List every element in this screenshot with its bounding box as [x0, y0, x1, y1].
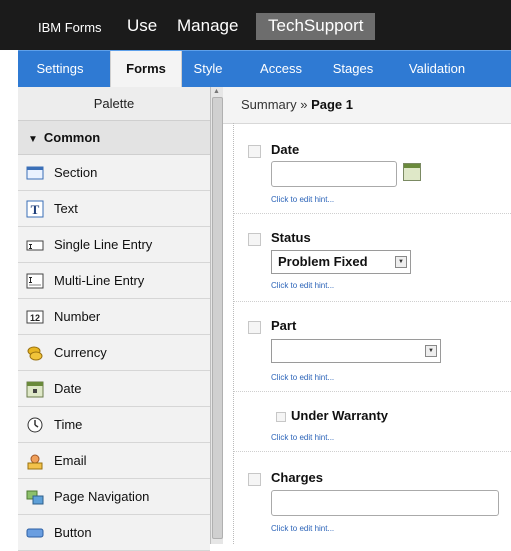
- nav-techsupport[interactable]: TechSupport: [256, 13, 376, 40]
- tab-bar: Settings Forms Style Access Stages Valid…: [18, 50, 511, 87]
- palette-title: Palette: [18, 87, 210, 121]
- field-date[interactable]: Date Click to edit hint...: [234, 123, 511, 214]
- palette-item-time[interactable]: Time: [18, 407, 210, 443]
- breadcrumb: Summary » Page 1: [223, 87, 511, 124]
- multi-line-entry-icon: [26, 272, 44, 290]
- field-hint[interactable]: Click to edit hint...: [271, 373, 334, 382]
- palette-item-label: Currency: [54, 345, 107, 360]
- field-part[interactable]: Part ▼ Click to edit hint...: [234, 301, 511, 392]
- form-canvas: Date Click to edit hint... Status Proble…: [233, 123, 511, 544]
- tab-access[interactable]: Access: [246, 51, 316, 87]
- tab-forms[interactable]: Forms: [110, 51, 182, 87]
- svg-text:T: T: [31, 202, 40, 217]
- section-icon: [26, 164, 44, 182]
- status-select-value: Problem Fixed: [278, 254, 368, 269]
- chevron-down-icon[interactable]: ▼: [425, 345, 437, 357]
- top-bar: IBM Forms Use Manage TechSupport: [0, 0, 511, 50]
- palette-group-common[interactable]: ▼ Common: [18, 121, 210, 155]
- form-editor: Summary » Page 1 Date Click to edit hint…: [223, 87, 511, 544]
- palette-item-number[interactable]: 12 Number: [18, 299, 210, 335]
- palette-item-date[interactable]: Date: [18, 371, 210, 407]
- brand-label: IBM Forms: [38, 20, 102, 35]
- field-select-checkbox[interactable]: [248, 233, 261, 246]
- scroll-up-arrow-icon[interactable]: ▲: [213, 88, 220, 95]
- palette-scrollbar[interactable]: ▲: [210, 87, 224, 544]
- single-line-entry-icon: [26, 236, 44, 254]
- field-charges[interactable]: Charges Click to edit hint...: [234, 451, 511, 551]
- field-select-checkbox[interactable]: [248, 473, 261, 486]
- palette-item-label: Section: [54, 165, 98, 180]
- charges-input[interactable]: [271, 490, 499, 516]
- part-select[interactable]: ▼: [271, 339, 441, 363]
- field-select-checkbox[interactable]: [248, 321, 261, 334]
- tab-stages[interactable]: Stages: [318, 51, 388, 87]
- scrollbar-thumb[interactable]: [212, 97, 223, 539]
- date-icon: [26, 380, 44, 398]
- breadcrumb-current: Page 1: [311, 97, 353, 112]
- button-icon: [26, 524, 44, 542]
- field-label[interactable]: Date: [271, 142, 299, 157]
- palette-item-label: Date: [54, 381, 82, 396]
- currency-icon: [26, 344, 44, 362]
- svg-text:12: 12: [30, 313, 40, 323]
- palette-item-label: Multi-Line Entry: [54, 273, 145, 288]
- field-label[interactable]: Charges: [271, 470, 323, 485]
- palette-panel: Palette ▼ Common Section T Text Single Li…: [18, 87, 211, 551]
- warranty-checkbox[interactable]: [276, 412, 286, 422]
- palette-item-label: Number: [54, 309, 101, 324]
- field-status[interactable]: Status Problem Fixed ▼ Click to edit hin…: [234, 213, 511, 302]
- collapse-triangle-icon[interactable]: ▼: [28, 134, 38, 145]
- palette-item-label: Time: [54, 417, 83, 432]
- field-hint[interactable]: Click to edit hint...: [271, 524, 334, 533]
- nav-use[interactable]: Use: [127, 16, 157, 36]
- tab-validation[interactable]: Validation: [392, 51, 482, 87]
- tab-settings[interactable]: Settings: [18, 51, 102, 87]
- palette-group-label: Common: [43, 130, 101, 145]
- field-select-checkbox[interactable]: [248, 145, 261, 158]
- palette-item-single-line-entry[interactable]: Single Line Entry: [18, 227, 210, 263]
- field-under-warranty[interactable]: Under Warranty Click to edit hint...: [234, 391, 511, 452]
- field-label[interactable]: Under Warranty: [291, 408, 388, 423]
- field-hint[interactable]: Click to edit hint...: [271, 433, 334, 442]
- field-hint[interactable]: Click to edit hint...: [271, 281, 334, 290]
- palette-item-page-navigation[interactable]: Page Navigation: [18, 479, 210, 515]
- palette-item-currency[interactable]: Currency: [18, 335, 210, 371]
- text-icon: T: [26, 200, 44, 218]
- number-icon: 12: [26, 308, 44, 326]
- palette-item-text[interactable]: T Text: [18, 191, 210, 227]
- palette-item-button[interactable]: Button: [18, 515, 210, 551]
- palette-item-multi-line-entry[interactable]: Multi-Line Entry: [18, 263, 210, 299]
- email-icon: [26, 452, 44, 470]
- palette-item-label: Button: [54, 525, 92, 540]
- page-navigation-icon: [26, 488, 44, 506]
- palette-item-section[interactable]: Section: [18, 155, 210, 191]
- status-select[interactable]: Problem Fixed ▼: [271, 250, 411, 274]
- chevron-down-icon[interactable]: ▼: [395, 256, 407, 268]
- field-hint[interactable]: Click to edit hint...: [271, 195, 334, 204]
- field-label[interactable]: Status: [271, 230, 311, 245]
- palette-item-label: Single Line Entry: [54, 237, 153, 252]
- breadcrumb-parent[interactable]: Summary »: [241, 97, 311, 112]
- palette-item-email[interactable]: Email: [18, 443, 210, 479]
- calendar-icon[interactable]: [403, 163, 421, 181]
- date-input[interactable]: [271, 161, 397, 187]
- palette-item-label: Text: [54, 201, 78, 216]
- nav-manage[interactable]: Manage: [177, 16, 238, 36]
- field-label[interactable]: Part: [271, 318, 296, 333]
- palette-item-label: Email: [54, 453, 87, 468]
- palette-item-label: Page Navigation: [54, 489, 150, 504]
- time-icon: [26, 416, 44, 434]
- tab-style[interactable]: Style: [184, 51, 232, 87]
